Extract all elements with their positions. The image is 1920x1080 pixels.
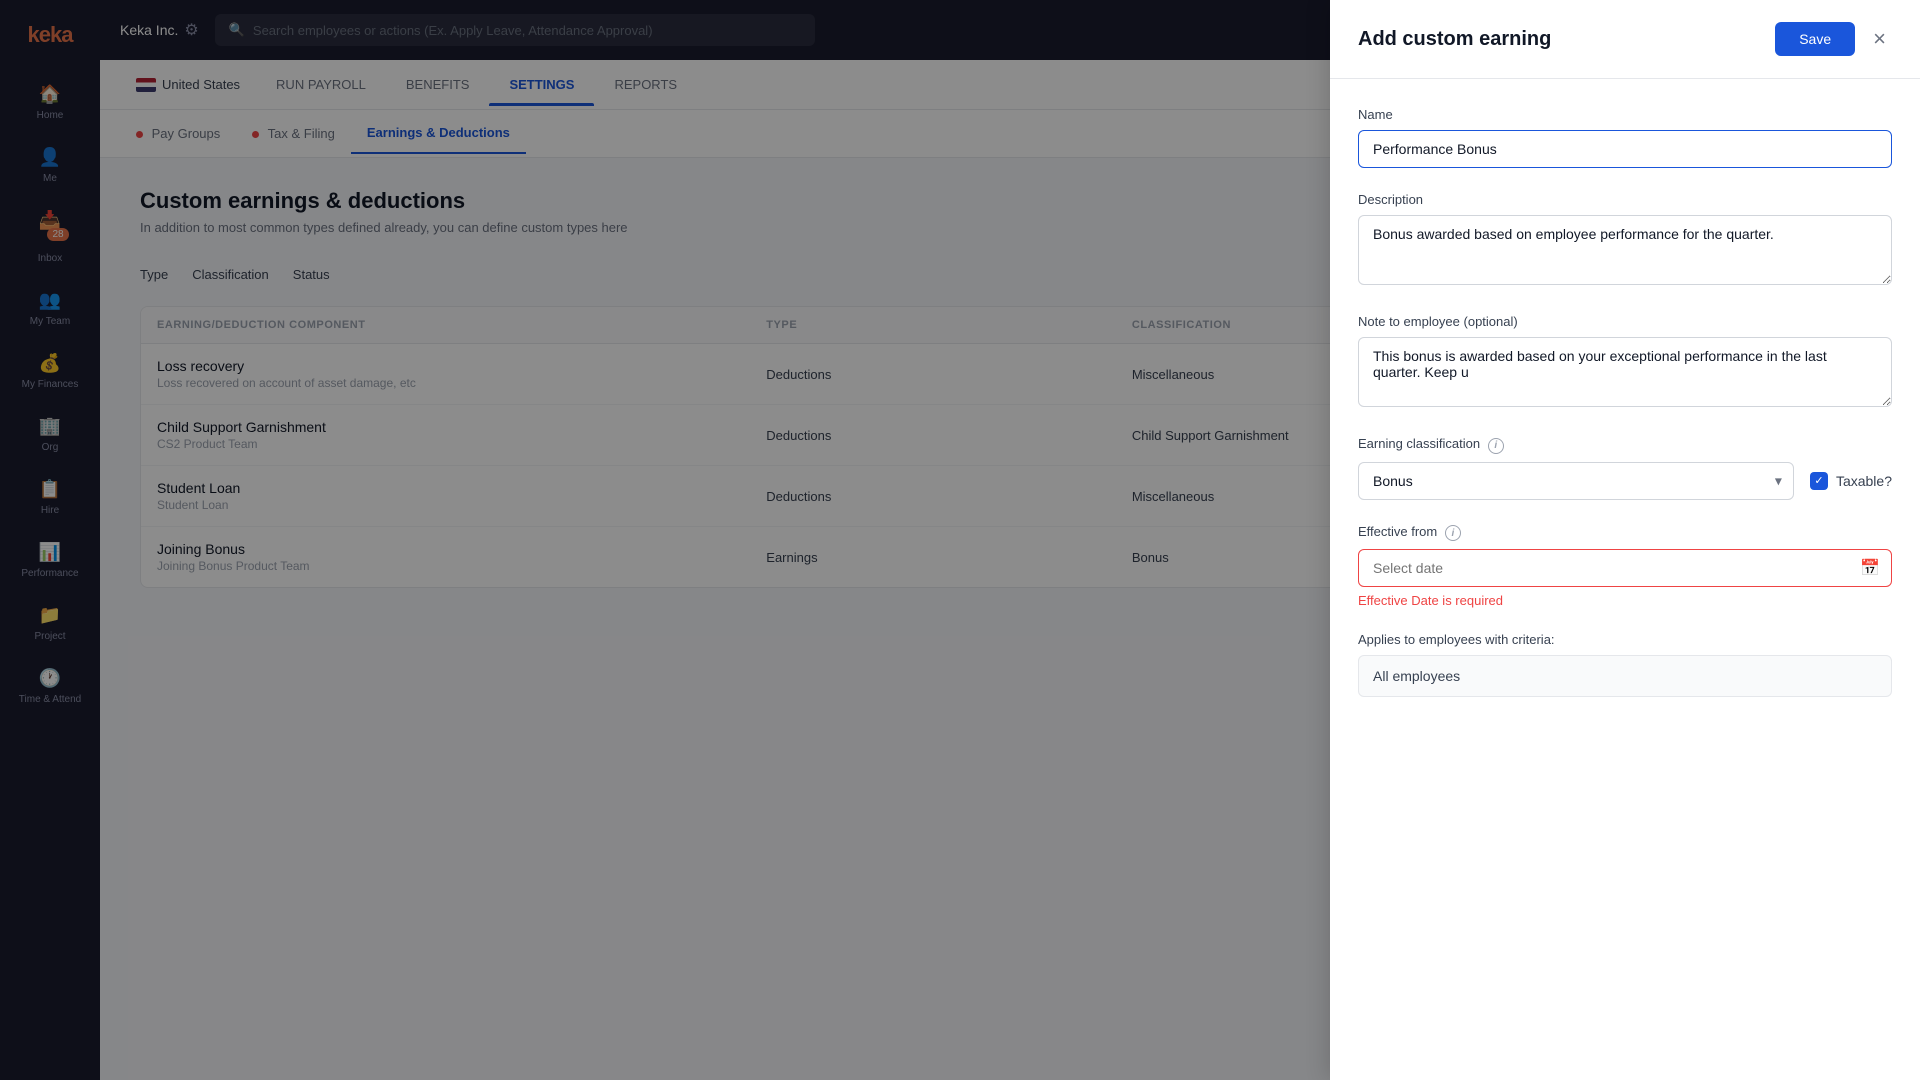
name-input[interactable] — [1358, 130, 1892, 168]
effective-from-field-group: Effective from i 📅 Effective Date is req… — [1358, 524, 1892, 609]
name-label: Name — [1358, 107, 1892, 122]
modal-body: Name Description Note to employee (optio… — [1330, 79, 1920, 1080]
classification-select[interactable]: Bonus Regular Commission Miscellaneous — [1358, 462, 1794, 500]
classification-label-text: Earning classification — [1358, 436, 1480, 451]
close-button[interactable]: × — [1867, 26, 1892, 52]
taxable-checkbox-icon[interactable]: ✓ — [1810, 472, 1828, 490]
applies-to-value: All employees — [1358, 655, 1892, 697]
note-input[interactable] — [1358, 337, 1892, 407]
applies-to-field-group: Applies to employees with criteria: All … — [1358, 632, 1892, 697]
effective-from-label-text: Effective from — [1358, 524, 1437, 539]
note-label: Note to employee (optional) — [1358, 314, 1892, 329]
taxable-label: Taxable? — [1836, 473, 1892, 489]
effective-from-input[interactable] — [1358, 549, 1892, 587]
classification-select-wrapper: Bonus Regular Commission Miscellaneous ▾ — [1358, 462, 1794, 500]
applies-to-label: Applies to employees with criteria: — [1358, 632, 1892, 647]
modal-header-actions: Save × — [1775, 22, 1892, 56]
effective-from-label: Effective from i — [1358, 524, 1892, 542]
modal-header: Add custom earning Save × — [1330, 0, 1920, 79]
classification-row: Bonus Regular Commission Miscellaneous ▾… — [1358, 462, 1892, 500]
effective-from-error: Effective Date is required — [1358, 593, 1892, 608]
description-field-group: Description — [1358, 192, 1892, 290]
description-label: Description — [1358, 192, 1892, 207]
calendar-icon[interactable]: 📅 — [1860, 558, 1880, 578]
description-input[interactable] — [1358, 215, 1892, 285]
effective-from-info-icon[interactable]: i — [1445, 525, 1461, 541]
note-field-group: Note to employee (optional) — [1358, 314, 1892, 412]
modal-title: Add custom earning — [1358, 28, 1551, 51]
name-field-group: Name — [1358, 107, 1892, 168]
taxable-checkbox[interactable]: ✓ Taxable? — [1810, 472, 1892, 490]
save-button[interactable]: Save — [1775, 22, 1855, 56]
classification-label: Earning classification i — [1358, 436, 1892, 454]
classification-info-icon[interactable]: i — [1488, 438, 1504, 454]
add-custom-earning-modal: Add custom earning Save × Name Descripti… — [1330, 0, 1920, 1080]
date-input-wrapper: 📅 — [1358, 549, 1892, 587]
classification-field-group: Earning classification i Bonus Regular C… — [1358, 436, 1892, 500]
